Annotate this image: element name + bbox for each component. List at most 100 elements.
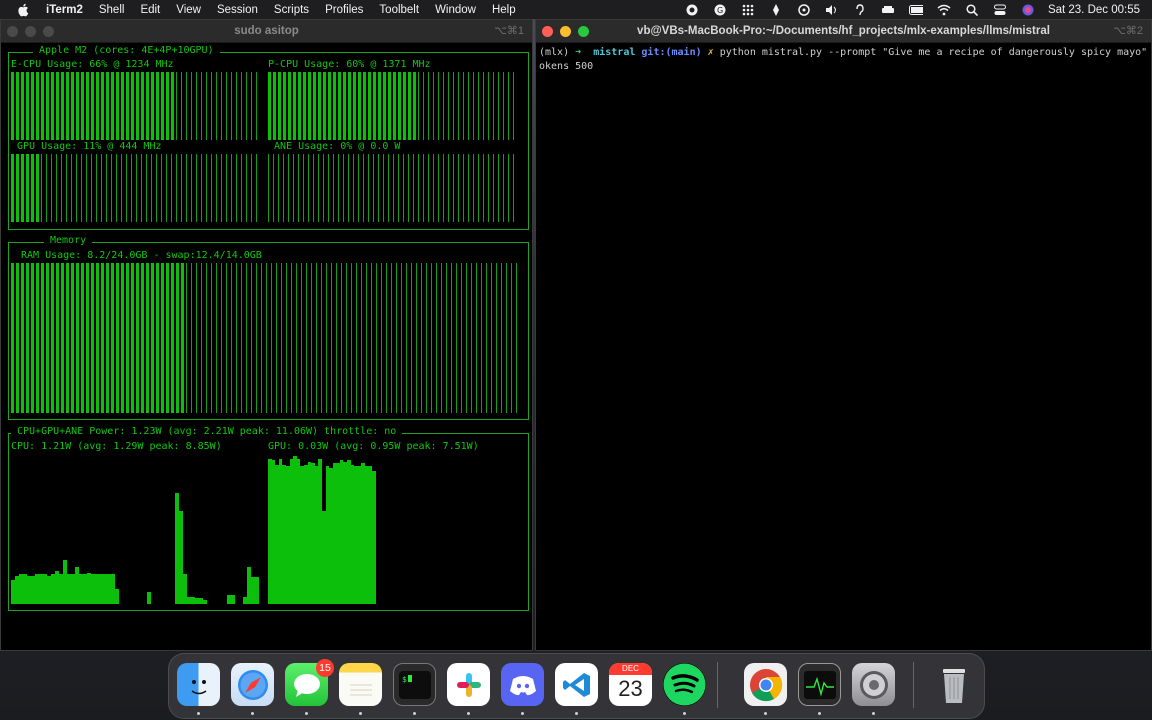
menu-toolbelt[interactable]: Toolbelt: [379, 4, 419, 16]
menu-shell[interactable]: Shell: [99, 4, 125, 16]
ram-gauge-bar: [21, 263, 24, 413]
e-cpu-gauge-bar: [116, 72, 119, 140]
gpu-power-chart: [268, 456, 518, 604]
menu-profiles[interactable]: Profiles: [325, 4, 363, 16]
ane-gauge-bar: [503, 154, 506, 222]
gpu-gauge-bar: [11, 154, 14, 222]
ram-gauge-bar: [286, 263, 289, 413]
gpu-gauge-bar: [61, 154, 64, 222]
grammarly-icon[interactable]: G: [713, 4, 727, 16]
finder-icon[interactable]: [177, 663, 220, 706]
ram-gauge-bar: [506, 263, 509, 413]
menu-scripts[interactable]: Scripts: [274, 4, 309, 16]
minimize-button[interactable]: [560, 26, 571, 37]
ram-gauge-bar: [361, 263, 364, 413]
menu-help[interactable]: Help: [492, 4, 516, 16]
gpu-gauge-bar: [176, 154, 179, 222]
calendar-icon[interactable]: DEC 23: [609, 663, 652, 706]
close-button[interactable]: [542, 26, 553, 37]
rocket-icon[interactable]: [769, 3, 783, 16]
record-icon[interactable]: [685, 4, 699, 16]
messages-icon[interactable]: 15: [285, 659, 334, 706]
ane-gauge-bar: [293, 154, 296, 222]
asitop-titlebar[interactable]: sudo asitop ⌥⌘1: [1, 20, 532, 43]
p-cpu-gauge-bar: [428, 72, 431, 140]
close-button[interactable]: [7, 26, 18, 37]
terminal-icon[interactable]: $: [393, 663, 436, 706]
minimize-button[interactable]: [25, 26, 36, 37]
ram-gauge-bar: [81, 263, 84, 413]
ram-gauge-bar: [146, 263, 149, 413]
ram-gauge-bar: [386, 263, 389, 413]
grid-icon[interactable]: [741, 4, 755, 16]
ram-gauge-bar: [266, 263, 269, 413]
discord-icon[interactable]: [501, 663, 544, 706]
ane-gauge-bar: [313, 154, 316, 222]
ram-gauge-bar: [466, 263, 469, 413]
e-cpu-gauge-bar: [201, 72, 204, 140]
zoom-button[interactable]: [43, 26, 54, 37]
menu-view[interactable]: View: [176, 4, 201, 16]
menu-window[interactable]: Window: [435, 4, 476, 16]
e-cpu-gauge-bar: [81, 72, 84, 140]
p-cpu-gauge-bar: [438, 72, 441, 140]
p-cpu-gauge-bar: [423, 72, 426, 140]
asitop-window[interactable]: sudo asitop ⌥⌘1 Apple M2 (cores: 4E+4P+1…: [0, 19, 533, 651]
apple-icon[interactable]: [16, 3, 30, 17]
running-indicator: [359, 712, 362, 715]
chrome-icon[interactable]: [744, 663, 787, 706]
battery-icon[interactable]: [908, 4, 923, 16]
ram-gauge-bar: [96, 263, 99, 413]
p-cpu-gauge-bar: [368, 72, 371, 140]
gpu-gauge-bar: [46, 154, 49, 222]
ram-gauge-bar: [331, 263, 334, 413]
ram-gauge-bar: [471, 263, 474, 413]
vscode-icon[interactable]: [555, 663, 598, 706]
p-cpu-gauge-bar: [408, 72, 411, 140]
running-indicator: [467, 712, 470, 715]
gpu-gauge-bar: [66, 154, 69, 222]
ram-gauge-bar: [26, 263, 29, 413]
p-cpu-gauge-bar: [343, 72, 346, 140]
volume-icon[interactable]: [825, 4, 839, 16]
terminal-window[interactable]: vb@VBs-MacBook-Pro:~/Documents/hf_projec…: [535, 19, 1152, 651]
p-cpu-gauge-bar: [338, 72, 341, 140]
menu-session[interactable]: Session: [217, 4, 258, 16]
notes-icon[interactable]: [339, 663, 382, 706]
spotify-icon[interactable]: [663, 663, 706, 706]
ram-gauge-bar: [216, 263, 219, 413]
p-cpu-gauge-bar: [293, 72, 296, 140]
spotlight-search-icon[interactable]: [965, 3, 979, 16]
ane-gauge-bar: [423, 154, 426, 222]
control-center-icon[interactable]: [993, 4, 1007, 16]
gpu-gauge-bar: [106, 154, 109, 222]
command-line-1: python mistral.py --prompt "Give me a re…: [719, 47, 1152, 58]
menu-app-name[interactable]: iTerm2: [46, 4, 83, 16]
system-settings-icon[interactable]: [852, 663, 895, 706]
siri-icon[interactable]: [1021, 4, 1035, 16]
p-cpu-gauge-bar: [353, 72, 356, 140]
control-icon[interactable]: [797, 3, 811, 16]
ram-gauge-bar: [336, 263, 339, 413]
trash-icon[interactable]: [932, 663, 975, 706]
menu-edit[interactable]: Edit: [140, 4, 160, 16]
gpu-gauge-bar: [121, 154, 124, 222]
p-cpu-gauge-bar: [433, 72, 436, 140]
wifi-icon[interactable]: [937, 4, 951, 16]
zoom-button[interactable]: [578, 26, 589, 37]
terminal-output[interactable]: (mlx) ➜ mistral git:(main) ✗ python mist…: [539, 46, 1152, 74]
e-cpu-gauge-bar: [61, 72, 64, 140]
p-cpu-gauge-bar: [358, 72, 361, 140]
slack-icon[interactable]: [447, 663, 490, 706]
safari-icon[interactable]: [231, 663, 274, 706]
ram-gauge-bar: [196, 263, 199, 413]
hearing-icon[interactable]: [853, 3, 867, 16]
p-cpu-gauge-bar: [478, 72, 481, 140]
ane-gauge-bar: [268, 154, 271, 222]
e-cpu-gauge-bar: [136, 72, 139, 140]
car-icon[interactable]: [881, 4, 895, 16]
ram-gauge-bar: [481, 263, 484, 413]
terminal-titlebar[interactable]: vb@VBs-MacBook-Pro:~/Documents/hf_projec…: [536, 20, 1151, 43]
activity-monitor-icon[interactable]: [798, 663, 841, 706]
menubar-clock[interactable]: Sat 23. Dec 00:55: [1048, 4, 1140, 16]
